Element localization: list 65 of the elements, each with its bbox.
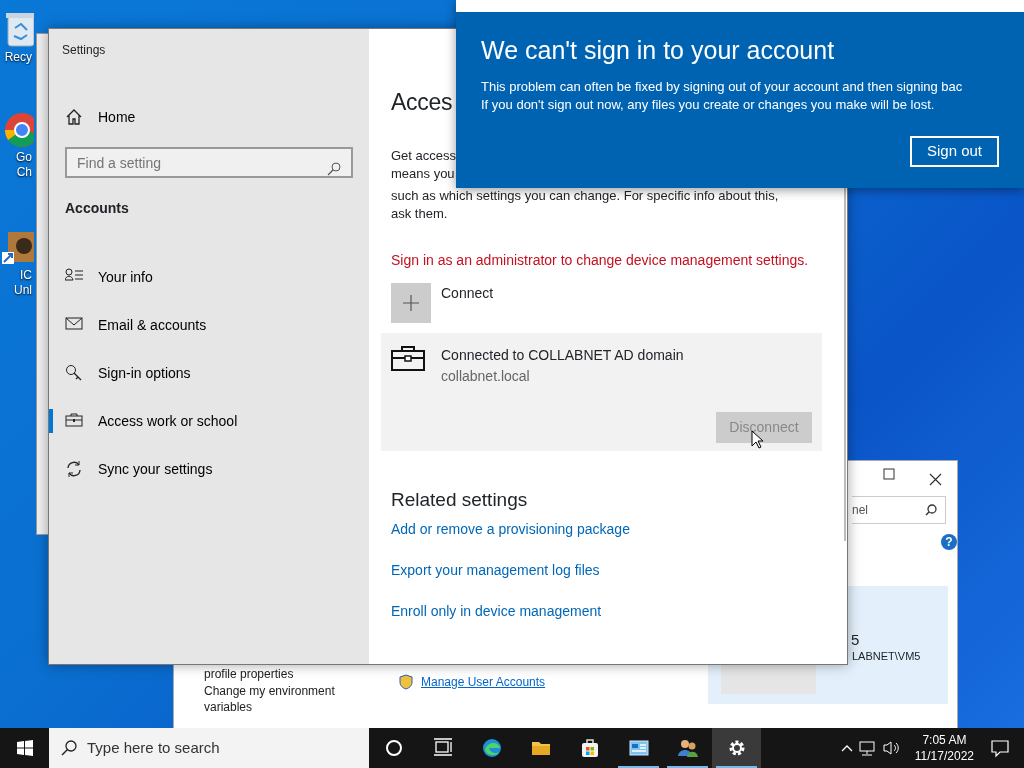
home-icon	[65, 108, 83, 126]
volume-icon[interactable]	[882, 740, 901, 756]
nav-item[interactable]: Sync your settings	[49, 445, 369, 493]
clock-date[interactable]: 11/17/2022	[914, 748, 974, 764]
notification-text: If you don't sign out now, any files you create or changes you make will be lost.	[480, 95, 936, 114]
search-field[interactable]: nel	[852, 496, 946, 524]
user-name: 5	[851, 630, 860, 650]
search-icon	[61, 740, 77, 756]
help-icon[interactable]: ?	[941, 534, 957, 550]
nav-item[interactable]: Email & accounts	[49, 301, 369, 349]
desktop-icon-label[interactable]: Recy	[4, 50, 32, 65]
clock-time[interactable]: 7:05 AM	[914, 732, 974, 748]
notification-icon[interactable]	[990, 738, 1010, 758]
nav-item[interactable]: Access work or school	[49, 397, 369, 445]
warning-text: Sign in as an administrator to change device management settings.	[391, 250, 810, 270]
section-heading: Accounts	[64, 199, 130, 218]
users-icon	[677, 738, 698, 758]
search-icon	[327, 162, 341, 176]
cortana-icon	[383, 738, 404, 758]
account-subtitle: collabnet.local	[441, 366, 531, 386]
nav-item[interactable]: Sign-in options	[49, 349, 369, 397]
briefcase-icon	[391, 344, 425, 371]
description-text: Get access	[391, 146, 458, 165]
add-button[interactable]	[391, 282, 431, 323]
task-link[interactable]: Change my environment variables	[204, 683, 354, 715]
shield-icon	[399, 674, 413, 691]
link[interactable]: Manage User Accounts	[421, 673, 546, 691]
network-icon[interactable]	[858, 740, 877, 756]
related-link[interactable]: Add or remove a provisioning package	[391, 519, 630, 541]
taskbar-app-button[interactable]	[712, 728, 761, 768]
notification-text: This problem can often be fixed by signing out of your account and then signing bac	[480, 77, 964, 96]
store-icon	[579, 738, 600, 758]
plus-icon	[402, 293, 420, 312]
description-text: ask them.	[391, 204, 449, 223]
account-title: Connected to COLLABNET AD domain	[441, 345, 684, 365]
description-text: such as which settings you can change. For specific info about this,	[391, 186, 780, 205]
section-heading: Related settings	[391, 488, 529, 512]
taskbar-search-field[interactable]: Type here to search	[49, 728, 369, 768]
chevron-up-icon[interactable]	[840, 744, 853, 752]
window-title: Settings	[61, 42, 107, 59]
sign-out-button[interactable]: Sign out	[910, 136, 999, 167]
control-panel-icon	[628, 738, 649, 758]
description-text: means you	[391, 164, 456, 183]
related-link[interactable]: Export your management log files	[391, 560, 600, 582]
home-link[interactable]: Home	[49, 93, 369, 141]
search-icon	[925, 504, 937, 516]
related-link[interactable]: Enroll only in device management	[391, 601, 602, 623]
nav-item[interactable]: Your info	[49, 253, 369, 301]
desktop-icon-label[interactable]: Go Ch	[16, 150, 32, 180]
page-heading: Acces	[391, 89, 453, 117]
maximize-icon[interactable]	[883, 468, 895, 480]
sync-icon	[65, 460, 83, 478]
key-icon	[65, 364, 83, 382]
browser-icon	[481, 738, 502, 758]
cursor-icon	[751, 430, 763, 450]
desktop-icon-label[interactable]: IC Unl	[14, 268, 32, 298]
connect-label[interactable]: Connect	[441, 282, 494, 323]
task-view-icon	[432, 738, 453, 758]
user-account: LABNET\VM5	[852, 649, 921, 664]
briefcase-icon	[65, 412, 83, 430]
close-icon[interactable]	[929, 472, 942, 486]
notification-title: We can't sign in to your account	[480, 35, 836, 66]
search-field[interactable]: Find a setting	[65, 147, 353, 178]
windows-icon	[16, 740, 33, 756]
task-link[interactable]: profile properties	[204, 666, 354, 682]
